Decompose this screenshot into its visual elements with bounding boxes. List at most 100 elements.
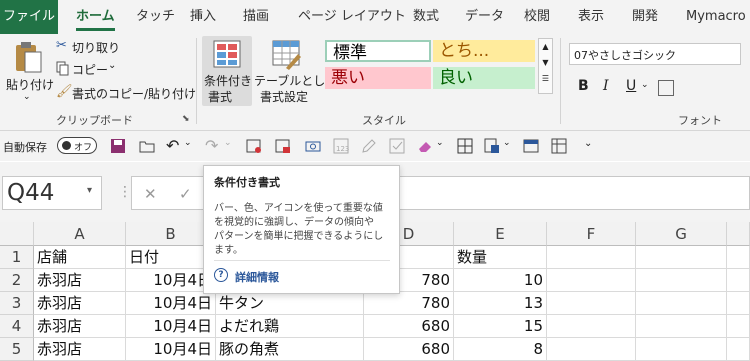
cell-e3[interactable]: 13 (454, 292, 547, 315)
autosave-toggle[interactable]: オフ (57, 137, 97, 154)
column-header-partial[interactable] (727, 222, 750, 246)
column-header[interactable]: E (454, 222, 547, 246)
check-grid-icon[interactable] (388, 137, 406, 155)
cell-f4[interactable] (547, 315, 636, 338)
font-name-select[interactable]: 07やさしさゴシック (569, 43, 741, 65)
cell-g3[interactable] (636, 292, 727, 315)
print-preview-icon[interactable] (245, 137, 263, 155)
cancel-icon[interactable]: ✕ (144, 185, 157, 203)
cell-h4[interactable] (727, 315, 750, 338)
tab-insert[interactable]: 挿入 (190, 0, 216, 34)
gallery-more-icon[interactable]: ☰ (539, 71, 552, 87)
number-format-icon[interactable]: 123 (332, 137, 350, 155)
cell-a1[interactable]: 店舗 (34, 246, 126, 269)
row-header[interactable]: 2 (0, 269, 34, 292)
tab-developer[interactable]: 開発 (632, 0, 658, 34)
cell-b4[interactable]: 10月4日 (126, 315, 216, 338)
bold-button[interactable]: B (578, 78, 589, 94)
borders-icon[interactable] (658, 80, 674, 96)
chevron-down-icon[interactable]: ▾ (87, 185, 92, 196)
open-folder-icon[interactable] (138, 137, 156, 155)
paste-values-icon[interactable] (483, 137, 501, 155)
chevron-down-icon[interactable]: ⌄ (436, 138, 444, 148)
cell-a2[interactable]: 赤羽店 (34, 269, 126, 292)
paste-button[interactable]: 貼り付け ⌄ (6, 38, 54, 108)
cell-f1[interactable] (547, 246, 636, 269)
italic-button[interactable]: I (603, 78, 609, 94)
style-bad[interactable]: 悪い (325, 67, 431, 89)
cell-c4[interactable]: よだれ鶏 (216, 315, 364, 338)
tooltip-line-3: パターンを簡単に把握できるようにし (214, 231, 384, 242)
cell-f2[interactable] (547, 269, 636, 292)
chevron-down-icon[interactable]: ▼ (539, 55, 552, 71)
style-normal[interactable]: 標準 (325, 40, 431, 62)
cell-c3[interactable]: 牛タン (216, 292, 364, 315)
chevron-down-icon[interactable]: ⌄ (224, 138, 232, 148)
tab-review[interactable]: 校閲 (524, 0, 550, 34)
chevron-down-icon[interactable]: ⌄ (503, 138, 511, 148)
style-neutral[interactable]: とち... (433, 40, 535, 62)
cell-e1[interactable]: 数量 (454, 246, 547, 269)
cell-d4[interactable]: 680 (364, 315, 454, 338)
cut-button[interactable]: ✂ 切り取り (56, 38, 136, 56)
camera-icon[interactable] (304, 137, 322, 155)
cell-e4[interactable]: 15 (454, 315, 547, 338)
name-box-value: Q44 (7, 180, 55, 206)
cell-a4[interactable]: 赤羽店 (34, 315, 126, 338)
cell-h3[interactable] (727, 292, 750, 315)
redo-icon[interactable]: ↷ (205, 136, 218, 155)
cell-e2[interactable]: 10 (454, 269, 547, 292)
style-gallery-scroll[interactable]: ▲ ▼ ☰ (538, 38, 553, 94)
chevron-up-icon[interactable]: ▲ (539, 39, 552, 55)
enter-icon[interactable]: ✓ (179, 185, 192, 203)
eraser-icon[interactable] (416, 137, 434, 155)
dialog-launcher-icon[interactable]: ⬊ (182, 114, 190, 124)
table-grid-icon[interactable] (550, 137, 568, 155)
name-box[interactable]: Q44 ▾ (2, 176, 102, 210)
cell-g2[interactable] (636, 269, 727, 292)
column-header[interactable]: G (636, 222, 727, 246)
filter-table-icon[interactable] (522, 137, 540, 155)
row-header[interactable]: 4 (0, 315, 34, 338)
print-icon[interactable] (274, 137, 292, 155)
tab-home[interactable]: ホーム (76, 0, 115, 34)
tab-mymacro[interactable]: Mymacro (686, 0, 746, 34)
chevron-down-icon[interactable]: ⌄ (641, 80, 649, 90)
cell-b3[interactable]: 10月4日 (126, 292, 216, 315)
cell-h1[interactable] (727, 246, 750, 269)
tab-draw[interactable]: 描画 (243, 0, 269, 34)
edit-icon[interactable] (360, 137, 378, 155)
conditional-format-button[interactable]: 条件付き 書式 (202, 36, 252, 106)
cell-g4[interactable] (636, 315, 727, 338)
style-good[interactable]: 良い (433, 67, 535, 89)
borders-all-icon[interactable] (456, 137, 474, 155)
cell-a3[interactable]: 赤羽店 (34, 292, 126, 315)
row-header[interactable]: 3 (0, 292, 34, 315)
tab-formulas[interactable]: 数式 (413, 0, 439, 34)
underline-button[interactable]: U (626, 78, 636, 94)
tab-page-layout[interactable]: ページ レイアウト (298, 0, 406, 34)
customize-qat-icon[interactable]: ⌄ (584, 138, 592, 149)
undo-icon[interactable]: ↶ (166, 136, 179, 155)
tab-file[interactable]: ファイル (0, 0, 58, 34)
column-header[interactable]: F (547, 222, 636, 246)
chevron-down-icon[interactable]: ⌄ (184, 138, 192, 148)
tab-view[interactable]: 表示 (578, 0, 604, 34)
format-painter-button[interactable]: 🖌 書式のコピー/貼り付け (56, 84, 196, 102)
select-all-corner[interactable] (0, 222, 34, 246)
style-normal-label: 標準 (333, 43, 367, 62)
row-header[interactable]: 1 (0, 246, 34, 269)
copy-button[interactable]: コピー ⌄ (56, 60, 136, 78)
format-as-table-button[interactable]: テーブルとして 書式設定 (254, 36, 337, 106)
cell-f3[interactable] (547, 292, 636, 315)
cell-g1[interactable] (636, 246, 727, 269)
tab-data[interactable]: データ (465, 0, 504, 34)
cell-d3[interactable]: 780 (364, 292, 454, 315)
save-icon[interactable] (109, 137, 127, 155)
column-header[interactable]: A (34, 222, 126, 246)
tooltip-more-info-link[interactable]: 詳細情報 (235, 269, 279, 285)
group-separator (560, 38, 561, 124)
cell-h2[interactable] (727, 269, 750, 292)
tab-touch[interactable]: タッチ (136, 0, 175, 34)
styles-group-label: スタイル (362, 114, 406, 127)
